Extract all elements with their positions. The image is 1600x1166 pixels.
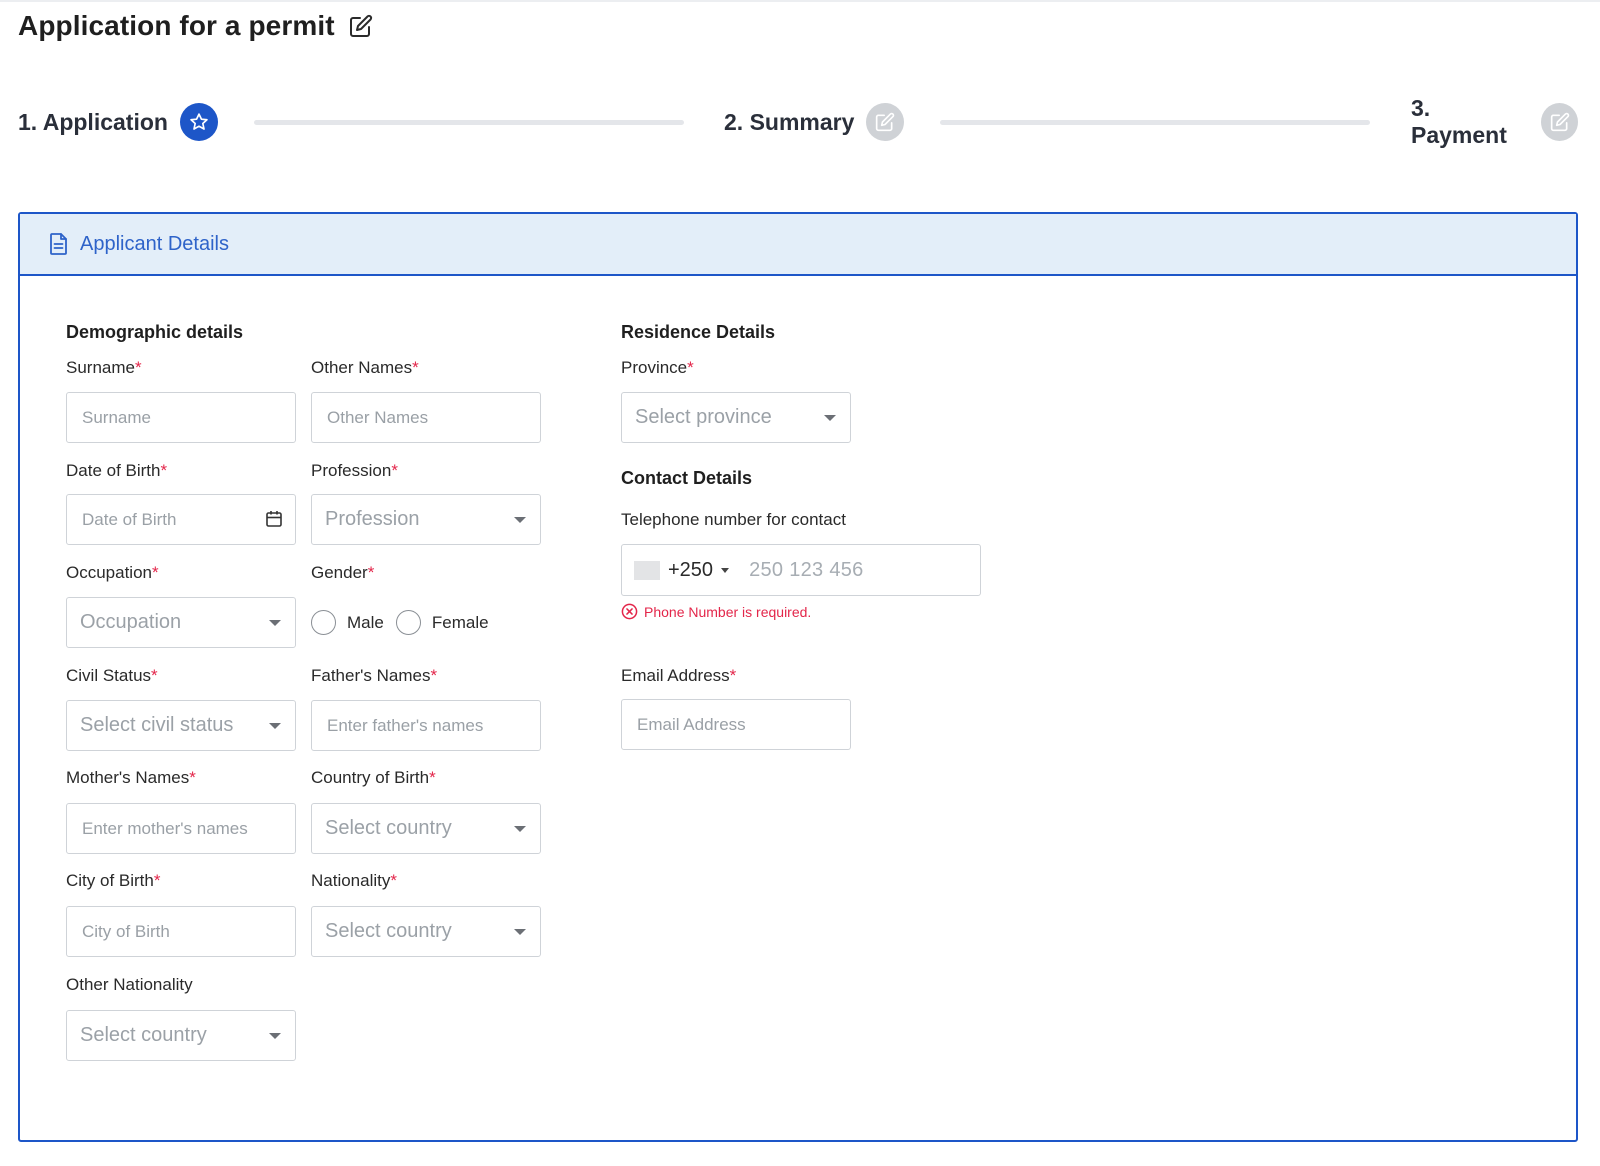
gender-option-female[interactable]: Female (395, 610, 489, 635)
radio-male[interactable] (311, 610, 336, 635)
occupation-select[interactable]: Occupation (66, 597, 296, 648)
contact-section-title: Contact Details (621, 468, 753, 488)
city-of-birth-label: City of Birth* (66, 871, 161, 890)
phone-label: Telephone number for contact (621, 510, 846, 529)
phone-error-message: Phone Number is required. (621, 603, 811, 620)
profession-label: Profession* (311, 461, 398, 480)
civil-status-label: Civil Status* (66, 666, 158, 685)
top-divider (0, 0, 1600, 2)
other-names-input[interactable]: Other Names (311, 392, 541, 443)
gender-option-male[interactable]: Male (311, 610, 384, 635)
star-icon (179, 103, 218, 141)
residence-section-title: Residence Details (621, 322, 776, 342)
step-summary[interactable]: 2. Summary (724, 100, 905, 144)
chevron-down-icon (514, 929, 526, 935)
document-icon (50, 233, 67, 255)
province-label: Province* (621, 358, 694, 377)
edit-title-icon[interactable] (349, 14, 373, 38)
dob-input[interactable]: Date of Birth (66, 494, 296, 545)
email-label: Email Address* (621, 666, 737, 685)
other-nationality-select[interactable]: Select country (66, 1010, 296, 1061)
applicant-details-card: Applicant Details (18, 212, 1578, 1142)
step-connector-1 (254, 120, 684, 125)
step-connector-2 (940, 120, 1370, 125)
chevron-down-icon (514, 826, 526, 832)
step-application-label: 1. Application (18, 108, 168, 135)
radio-female[interactable] (395, 610, 421, 635)
province-select[interactable]: Select province (621, 392, 851, 443)
occupation-label: Occupation* (66, 563, 159, 582)
chevron-down-icon (824, 415, 836, 421)
demographic-section-title: Demographic details (66, 322, 244, 342)
other-nationality-label: Other Nationality (66, 975, 193, 994)
country-of-birth-label: Country of Birth* (311, 768, 436, 787)
dob-label: Date of Birth* (66, 461, 168, 480)
nationality-label: Nationality* (311, 871, 397, 890)
phone-placeholder: 250 123 456 (749, 558, 864, 581)
civil-status-select[interactable]: Select civil status (66, 700, 296, 751)
fathers-names-input[interactable]: Enter father's names (311, 700, 541, 751)
chevron-down-icon (269, 620, 281, 626)
step-payment[interactable]: 3. Payment (1411, 95, 1578, 148)
surname-label: Surname* (66, 358, 142, 377)
chevron-down-icon (514, 517, 526, 523)
page-title-text: Application for a permit (18, 10, 335, 41)
surname-input[interactable]: Surname (66, 392, 296, 443)
email-input[interactable]: Email Address (621, 699, 851, 750)
card-header-title: Applicant Details (80, 232, 229, 255)
page-title: Application for a permit (18, 5, 373, 47)
calendar-icon[interactable] (265, 509, 283, 529)
profession-select[interactable]: Profession (311, 494, 541, 545)
progress-stepper: 1. Application 2. Summary 3. Payment (18, 95, 1578, 148)
card-header: Applicant Details (20, 214, 1576, 276)
city-of-birth-input[interactable]: City of Birth (66, 906, 296, 957)
chevron-down-icon (269, 1033, 281, 1039)
edit-icon (1541, 103, 1578, 141)
fathers-names-label: Father's Names* (311, 666, 438, 685)
chevron-down-icon[interactable] (721, 567, 730, 573)
mothers-names-input[interactable]: Enter mother's names (66, 803, 296, 854)
phone-input[interactable]: +250 250 123 456 (621, 544, 981, 596)
country-flag-icon[interactable] (634, 560, 660, 580)
other-names-label: Other Names* (311, 358, 419, 377)
country-code[interactable]: +250 (668, 559, 713, 582)
gender-label: Gender* (311, 563, 375, 582)
step-application[interactable]: 1. Application (18, 100, 218, 144)
error-circle-icon (621, 603, 638, 620)
nationality-select[interactable]: Select country (311, 906, 541, 957)
country-of-birth-select[interactable]: Select country (311, 803, 541, 854)
mothers-names-label: Mother's Names* (66, 768, 196, 787)
chevron-down-icon (269, 723, 281, 729)
edit-icon (866, 103, 905, 141)
step-payment-label: 3. Payment (1411, 95, 1507, 148)
step-summary-label: 2. Summary (724, 108, 855, 135)
gender-radio-group: Male Female (311, 610, 501, 635)
